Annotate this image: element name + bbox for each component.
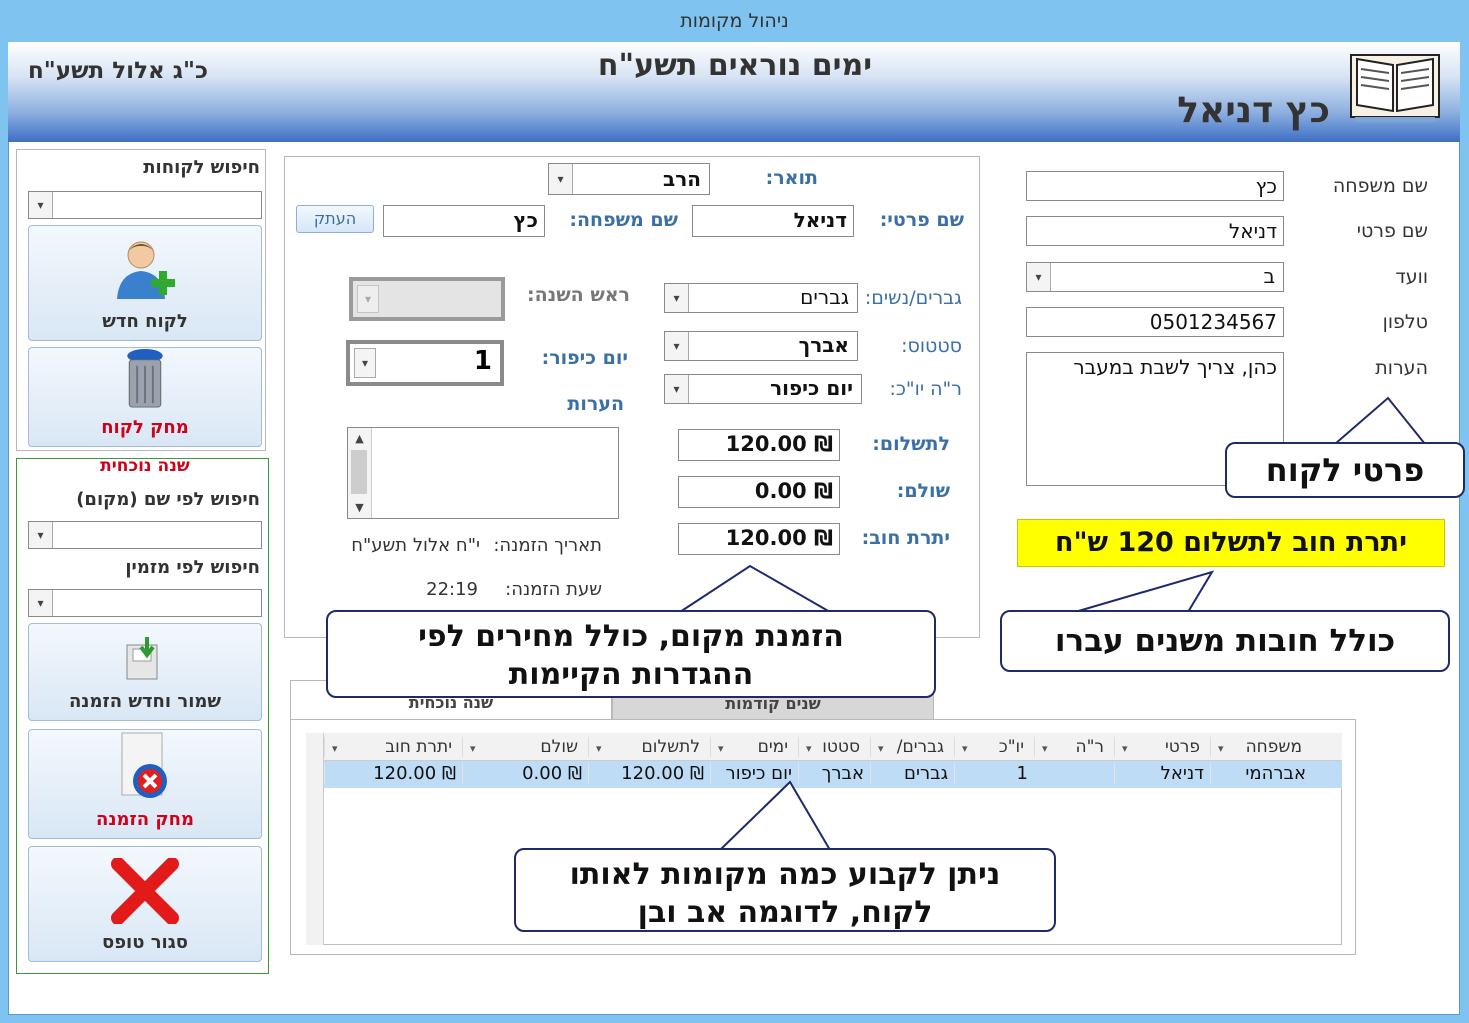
callout-multiple-places: ניתן לקבוע כמה מקומות לאותו לקוח, לדוגמה… [514, 848, 1056, 932]
callout-customer-details: פרטי לקוח [1225, 442, 1465, 498]
callout-reservation: הזמנת מקום, כולל מחירים לפי ההגדרות הקיי… [326, 610, 936, 698]
callout-debts: כולל חובות משנים עברו [1000, 610, 1450, 672]
